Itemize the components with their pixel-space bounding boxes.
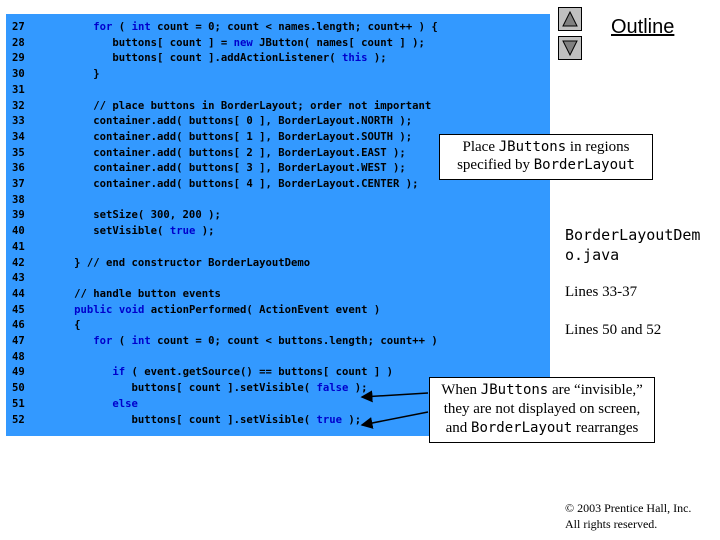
arrow-to-line-50	[360, 390, 429, 403]
copyright-notice: © 2003 Prentice Hall, Inc. All rights re…	[565, 500, 691, 532]
source-filename: BorderLayoutDemo.java	[565, 226, 701, 264]
arrow-to-line-52	[360, 411, 429, 429]
lines-reference-50-52: Lines 50 and 52	[565, 322, 662, 338]
lines-reference-33-37: Lines 33-37	[565, 284, 638, 300]
rights-text: All rights reserved.	[565, 517, 658, 531]
callout-arrows	[360, 390, 429, 429]
copyright-text: © 2003 Prentice Hall, Inc.	[565, 501, 692, 515]
